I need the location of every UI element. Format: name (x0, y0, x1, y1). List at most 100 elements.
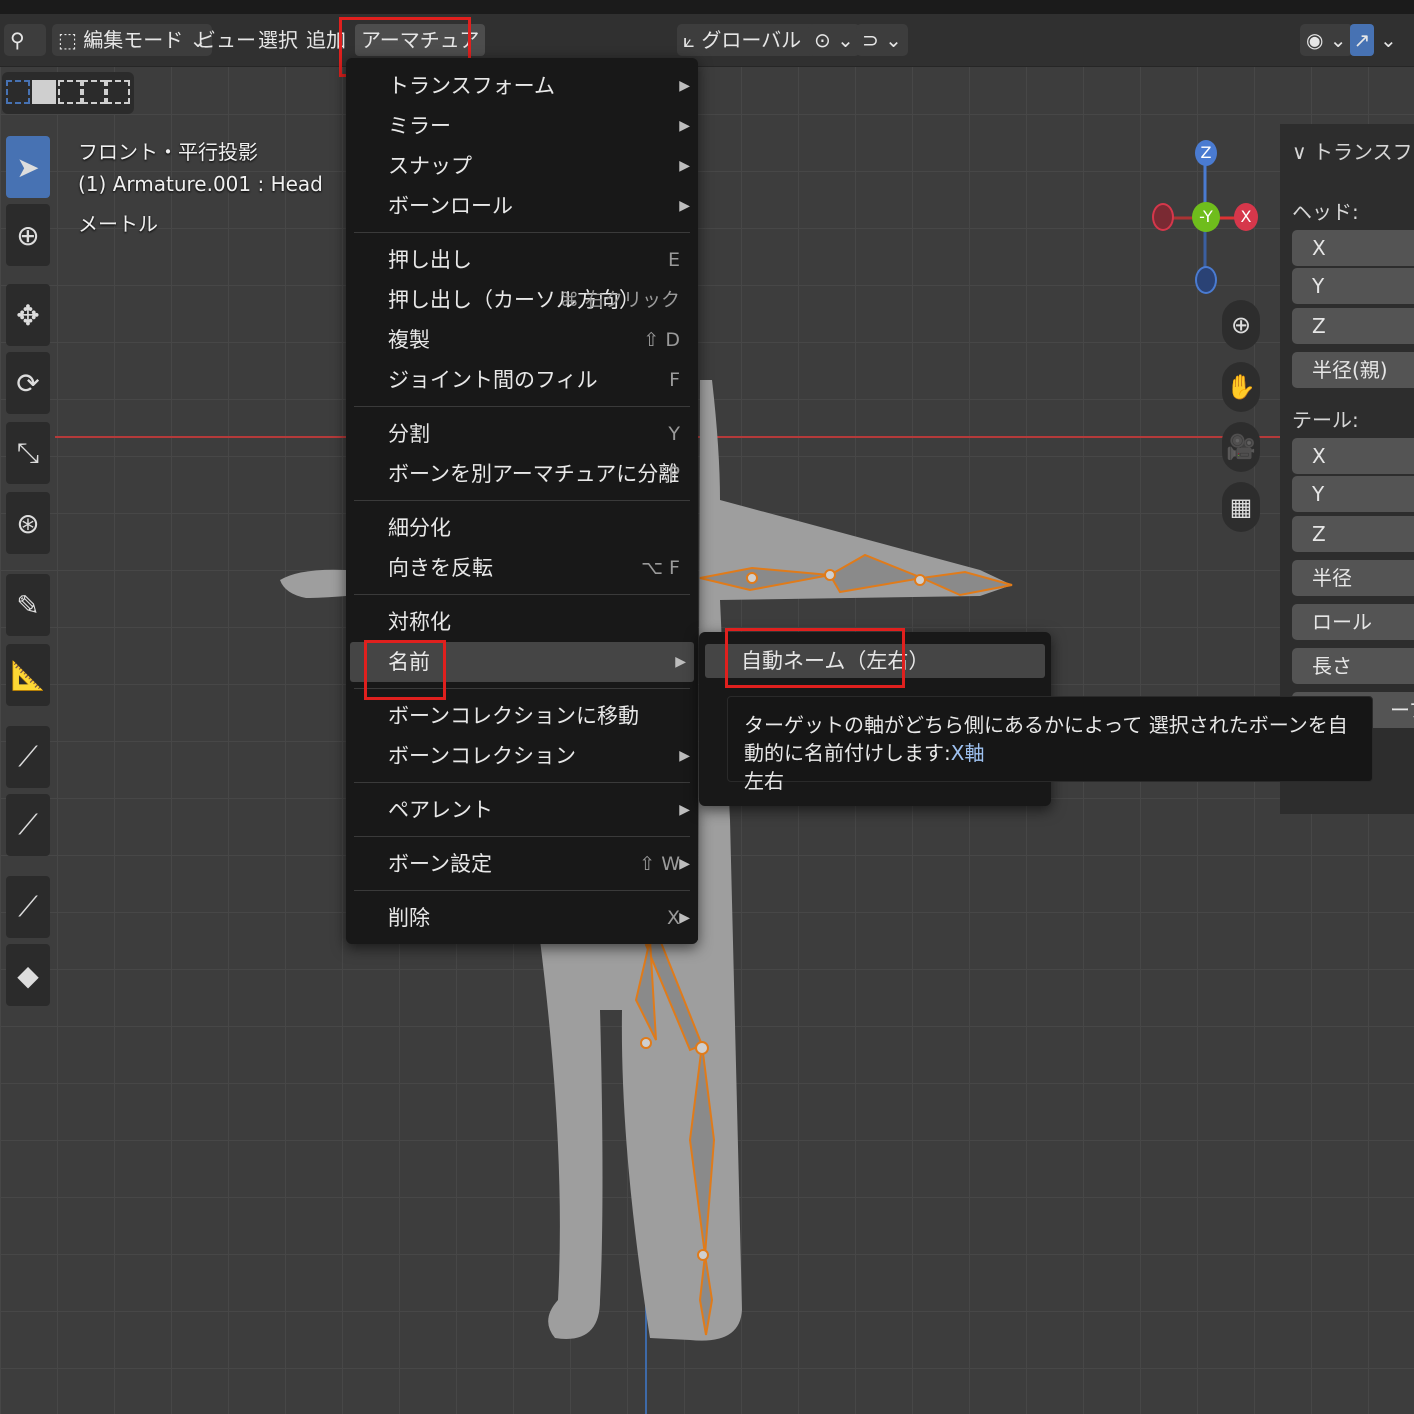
magnet-icon: ⊃ (862, 28, 879, 52)
transform-section-header[interactable]: ∨ トランスフォーム (1292, 136, 1414, 165)
pivot-icon: ⊙ (814, 28, 831, 52)
menu-item-switch-direction[interactable]: 向きを反転 ⌥ F (346, 548, 698, 588)
bone-roll-icon: ⟋ (18, 740, 38, 773)
submenu-arrow-icon: ▶ (679, 78, 690, 94)
roll-tool[interactable]: ⟋ (6, 726, 50, 788)
tail-z-field[interactable]: Z (1292, 516, 1414, 552)
pivot-dropdown[interactable]: ⊙ ⌄ (808, 24, 860, 56)
tooltip-text: ターゲットの軸がどちら側にあるかによって 選択されたボーンを自動的に名前付けしま… (744, 713, 1348, 765)
menu-item-bone-settings[interactable]: ボーン設定 ⇧ W ▶ (346, 844, 698, 884)
pan-button[interactable]: ✋ (1222, 362, 1260, 412)
gizmo-x-axis[interactable]: X (1234, 203, 1258, 231)
cursor-tool[interactable]: ⊕ (6, 204, 50, 266)
transform-tool[interactable]: ⊛ (6, 492, 50, 554)
section-title: トランスフォーム (1313, 140, 1414, 164)
menu-separator (354, 406, 690, 407)
zoom-button[interactable]: ⊕ (1222, 300, 1260, 350)
workspace-tabs-strip (0, 0, 1414, 14)
menu-item-delete[interactable]: 削除 X ▶ (346, 898, 698, 938)
rotate-tool[interactable]: ⟳ (6, 352, 50, 414)
menu-item-auto-name-left-right[interactable]: 自動ネーム（左右） (705, 644, 1045, 678)
head-radius-field[interactable]: 半径(親) (1292, 352, 1414, 388)
cube-add-icon: ◆ (17, 958, 39, 992)
extrude-cursor-tool[interactable]: ◆ (6, 944, 50, 1006)
menu-item-snap[interactable]: スナップ ▶ (346, 146, 698, 186)
gizmo-z-label: Z (1200, 143, 1212, 162)
gizmo-z-axis[interactable]: Z (1195, 140, 1217, 166)
menu-separator (354, 890, 690, 891)
length-field[interactable]: 長さ (1292, 648, 1414, 684)
armature-menu: トランスフォーム ▶ ミラー ▶ スナップ ▶ ボーンロール ▶ 押し出し E 押し出し（… (346, 58, 698, 944)
gizmo-neg-z-axis[interactable] (1195, 266, 1217, 294)
mode-label: 編集モード (83, 28, 184, 52)
tail-x-field[interactable]: X (1292, 438, 1414, 474)
menu-separator (354, 232, 690, 233)
transform-icon: ⊛ (16, 506, 40, 540)
select-box-tool[interactable]: ➤ (6, 136, 50, 198)
menu-item-parent[interactable]: ペアレント ▶ (346, 790, 698, 830)
menu-item-extrude[interactable]: 押し出し E (346, 240, 698, 280)
menu-item-duplicate[interactable]: 複製 ⇧ D (346, 320, 698, 360)
hand-icon: ✋ (1226, 373, 1256, 401)
submenu-arrow-icon: ▶ (679, 802, 690, 818)
menu-item-names[interactable]: 名前 ▶ (350, 642, 694, 682)
submenu-arrow-icon: ▶ (679, 118, 690, 134)
camera-button[interactable]: 🎥 (1222, 422, 1260, 472)
gizmo-toggle[interactable]: ↗ (1350, 24, 1374, 56)
extrude-tool[interactable]: ⟋ (6, 876, 50, 938)
select-new-icon[interactable] (6, 80, 30, 104)
menu-item-separate-bones[interactable]: ボーンを別アーマチュアに分離 P (346, 454, 698, 494)
editor-type-button[interactable]: ⚲ (4, 24, 46, 56)
viewport-header: ⚲ ⬚ 編集モード ⌄ ビュー 選択 追加 アーマチュア ⟀ グローバル ⌄ ⊙… (0, 14, 1414, 67)
submenu-arrow-icon: ▶ (679, 856, 690, 872)
edit-mode-icon: ⬚ (58, 28, 77, 52)
menu-add[interactable]: 追加 (306, 24, 346, 56)
move-icon: ✥ (16, 298, 40, 332)
annotate-tool[interactable]: ✎ (6, 574, 50, 636)
gizmo-y-axis[interactable]: -Y (1192, 202, 1220, 232)
select-invert-icon[interactable] (82, 80, 106, 104)
select-subtract-icon[interactable] (58, 80, 82, 104)
snap-dropdown[interactable]: ⊃ ⌄ (856, 24, 908, 56)
menu-view[interactable]: ビュー (196, 24, 256, 56)
select-extend-icon[interactable] (32, 80, 56, 104)
menu-item-move-to-collection[interactable]: ボーンコレクションに移動 (346, 696, 698, 736)
gizmo-dropdown[interactable]: ⌄ (1380, 24, 1397, 56)
visibility-dropdown[interactable]: ◉ ⌄ (1300, 24, 1353, 56)
move-tool[interactable]: ✥ (6, 284, 50, 346)
tail-y-field[interactable]: Y (1292, 476, 1414, 512)
head-z-field[interactable]: Z (1292, 308, 1414, 344)
head-x-field[interactable]: X (1292, 230, 1414, 266)
head-y-field[interactable]: Y (1292, 268, 1414, 304)
tail-radius-field[interactable]: 半径 (1292, 560, 1414, 596)
scale-tool[interactable]: ⤡ (6, 422, 50, 484)
tooltip-text-line2: 左右 (744, 769, 784, 793)
ortho-toggle-button[interactable]: ▦ (1222, 482, 1260, 532)
annotate-icon: ✎ (16, 588, 40, 622)
measure-tool[interactable]: 📐 (6, 644, 50, 706)
menu-item-symmetrize[interactable]: 対称化 (346, 602, 698, 642)
mode-dropdown[interactable]: ⬚ 編集モード ⌄ (52, 24, 213, 56)
crosshair-icon: ⊕ (16, 218, 40, 252)
submenu-arrow-icon: ▶ (679, 158, 690, 174)
menu-item-fill-joints[interactable]: ジョイント間のフィル F (346, 360, 698, 400)
menu-item-bone-roll[interactable]: ボーンロール ▶ (346, 186, 698, 226)
menu-armature[interactable]: アーマチュア (355, 24, 486, 56)
rotate-icon: ⟳ (16, 366, 40, 400)
gizmo-neg-x-axis[interactable] (1152, 203, 1174, 231)
select-intersect-icon[interactable] (106, 80, 130, 104)
menu-item-transform[interactable]: トランスフォーム ▶ (346, 66, 698, 106)
menu-item-subdivide[interactable]: 細分化 (346, 508, 698, 548)
head-label: ヘッド: (1292, 200, 1359, 224)
menu-separator (354, 500, 690, 501)
menu-item-split[interactable]: 分割 Y (346, 414, 698, 454)
bone-size-tool[interactable]: ⟋ (6, 794, 50, 856)
menu-item-mirror[interactable]: ミラー ▶ (346, 106, 698, 146)
menu-select[interactable]: 選択 (258, 24, 298, 56)
tooltip-python: X軸 (950, 741, 985, 765)
gizmo-y-label: -Y (1199, 207, 1213, 226)
menu-item-bone-collections[interactable]: ボーンコレクション ▶ (346, 736, 698, 776)
roll-field[interactable]: ロール (1292, 604, 1414, 640)
tool-shelf: ➤ ⊕ ✥ ⟳ ⤡ ⊛ ✎ 📐 ⟋ ⟋ ⟋ ◆ (2, 130, 54, 1010)
menu-item-extrude-cursor[interactable]: 押し出し（カーソル方向） ⌘ 右クリック (346, 280, 698, 320)
